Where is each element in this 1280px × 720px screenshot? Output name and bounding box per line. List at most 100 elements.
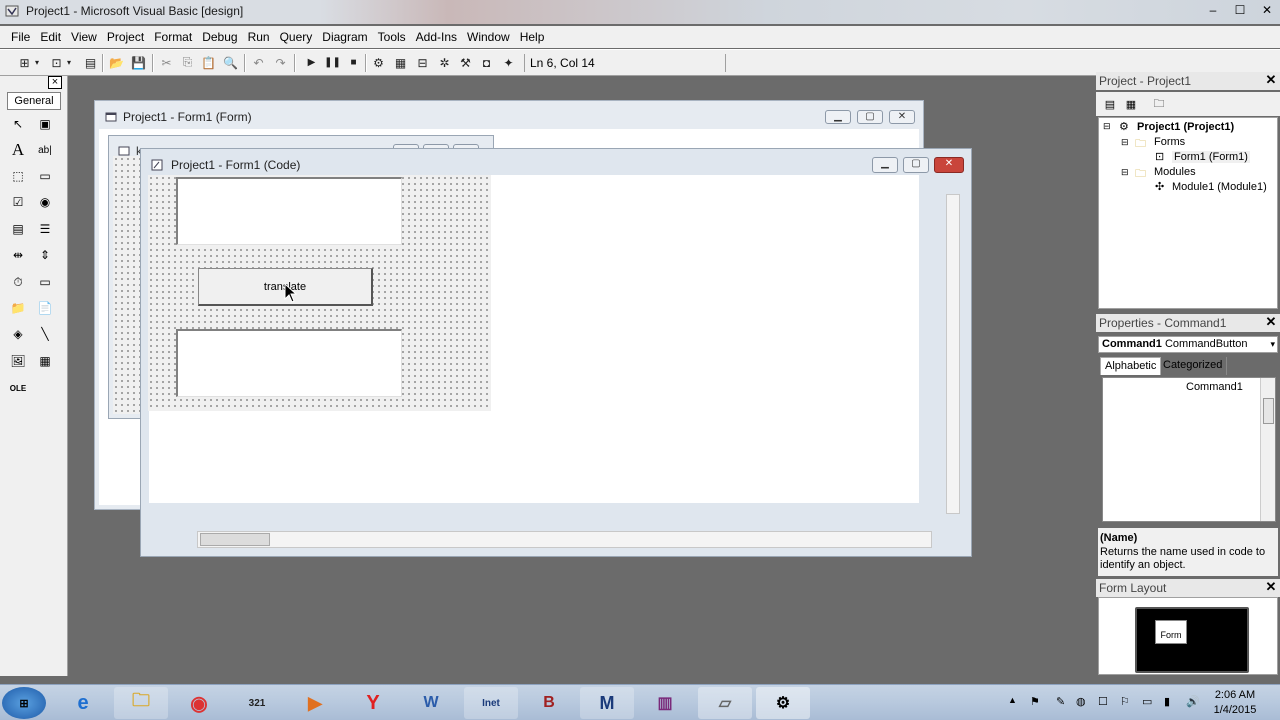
menu-help[interactable]: Help (520, 30, 545, 44)
form-window-minimize[interactable]: ▁ (825, 110, 851, 124)
undo-icon[interactable]: ↶ (250, 54, 267, 71)
object-browser-icon[interactable]: ✲ (436, 54, 453, 71)
menu-add-ins[interactable]: Add-Ins (416, 30, 457, 44)
menu-format[interactable]: Format (154, 30, 192, 44)
tray-battery-icon[interactable]: ▭ (1142, 695, 1152, 708)
pointer-tool-icon[interactable]: ↖ (8, 114, 28, 134)
menu-debug[interactable]: Debug (202, 30, 237, 44)
code-horizontal-scrollbar[interactable] (197, 531, 932, 548)
form-position-box[interactable]: Form (1155, 620, 1187, 644)
system-clock[interactable]: 2:06 AM 1/4/2015 (1210, 688, 1260, 718)
tray-network-icon[interactable]: ⚑ (1030, 695, 1040, 708)
tray-flag-icon[interactable]: ⚐ (1120, 695, 1130, 708)
toolbox-tab-general[interactable]: General (7, 92, 61, 110)
textbox-tool-icon[interactable]: ab| (35, 140, 55, 160)
break-icon[interactable]: ❚❚ (324, 54, 341, 71)
view-object-icon[interactable]: ▦ (1122, 96, 1140, 112)
tray-box-icon[interactable]: ☐ (1098, 695, 1108, 708)
dropdown-arrow-icon[interactable]: ▾ (33, 54, 41, 71)
app-icon-b[interactable]: B (522, 687, 576, 719)
form-layout-icon[interactable]: ⊟ (414, 54, 431, 71)
menu-tools[interactable]: Tools (378, 30, 406, 44)
start-icon[interactable]: ▶ (303, 54, 320, 71)
tab-alphabetic[interactable]: Alphabetic (1100, 357, 1162, 375)
properties-window-icon[interactable]: ▦ (392, 54, 409, 71)
object-selector-combo[interactable]: Command1 CommandButton ▾ (1098, 336, 1278, 353)
frame-tool-icon[interactable]: ⬚ (8, 166, 28, 186)
tree-form1[interactable]: Form1 (Form1) (1172, 151, 1250, 163)
maximize-button[interactable]: ☐ (1227, 0, 1253, 20)
menu-query[interactable]: Query (280, 30, 313, 44)
menu-file[interactable]: File (11, 30, 30, 44)
data-view-icon[interactable]: ◘ (478, 54, 495, 71)
menu-project[interactable]: Project (107, 30, 144, 44)
tray-signal-icon[interactable]: ▮ (1164, 695, 1170, 708)
code-vertical-scrollbar[interactable] (946, 194, 960, 514)
properties-grid[interactable]: Command1 (1102, 377, 1276, 522)
visual-component-manager-icon[interactable]: ✦ (500, 54, 517, 71)
code-window-close[interactable]: ✕ (934, 157, 964, 173)
code-window-minimize[interactable]: ▁ (872, 157, 898, 173)
dirlistbox-tool-icon[interactable]: 📁 (8, 298, 28, 318)
menu-run[interactable]: Run (248, 30, 270, 44)
tree-modules-folder[interactable]: Modules (1154, 166, 1196, 178)
tray-pen-icon[interactable]: ✎ (1056, 695, 1065, 708)
form-window-close[interactable]: ✕ (889, 110, 915, 124)
app-icon-m[interactable]: M (580, 687, 634, 719)
tree-collapse-icon[interactable]: ⊟ (1103, 121, 1111, 132)
find-icon[interactable]: 🔍 (222, 54, 239, 71)
redo-icon[interactable]: ↷ (272, 54, 289, 71)
picturebox-tool-icon[interactable]: ▣ (35, 114, 55, 134)
cut-icon[interactable]: ✂ (158, 54, 175, 71)
commandbutton-tool-icon[interactable]: ▭ (35, 166, 55, 186)
notepad-icon[interactable]: ▱ (698, 687, 752, 719)
tray-app-icon[interactable]: ◍ (1076, 695, 1086, 708)
timer-tool-icon[interactable]: ⏱ (8, 272, 28, 292)
menu-editor-icon[interactable]: ▤ (82, 54, 99, 71)
properties-scroll-thumb[interactable] (1263, 398, 1274, 424)
project-explorer-icon[interactable]: ⚙ (370, 54, 387, 71)
line-tool-icon[interactable]: ╲ (35, 324, 55, 344)
minimize-button[interactable]: – (1200, 0, 1226, 20)
media-player-icon[interactable]: ▶ (288, 687, 342, 719)
view-code-icon[interactable]: ▤ (1101, 96, 1119, 112)
tab-categorized[interactable]: Categorized (1159, 357, 1228, 375)
tree-project-root[interactable]: Project1 (Project1) (1137, 121, 1234, 133)
tree-collapse-icon[interactable]: ⊟ (1121, 167, 1129, 178)
optionbutton-tool-icon[interactable]: ◉ (35, 192, 55, 212)
visual-basic-taskbar-icon[interactable]: ⚙ (756, 687, 810, 719)
filelistbox-tool-icon[interactable]: 📄 (35, 298, 55, 318)
property-value-name[interactable]: Command1 (1186, 381, 1243, 393)
toolbox-close-button[interactable]: × (48, 76, 62, 89)
textbox-input[interactable] (176, 177, 402, 245)
combobox-tool-icon[interactable]: ▤ (8, 219, 28, 239)
tree-module1[interactable]: Module1 (Module1) (1172, 181, 1267, 193)
open-folder-icon[interactable]: 📂 (108, 54, 125, 71)
add-form-icon[interactable]: ⊡ (48, 54, 65, 71)
checkbox-tool-icon[interactable]: ☑ (8, 192, 28, 212)
yandex-browser-icon[interactable]: Y (346, 687, 400, 719)
form-window-maximize[interactable]: ▢ (857, 110, 883, 124)
hscrollbar-tool-icon[interactable]: ⇹ (8, 245, 28, 265)
word-icon[interactable]: W (404, 687, 458, 719)
media-player-classic-icon[interactable]: 321 (230, 687, 284, 719)
data-tool-icon[interactable]: ▦ (35, 351, 55, 371)
code-window-maximize[interactable]: ▢ (903, 157, 929, 173)
ole-tool-icon[interactable]: OLE (8, 378, 28, 398)
tree-forms-folder[interactable]: Forms (1154, 136, 1185, 148)
vscrollbar-tool-icon[interactable]: ⇕ (35, 245, 55, 265)
textbox-output[interactable] (176, 329, 402, 397)
copy-icon[interactable]: ⎘ (179, 54, 196, 71)
horizontal-scroll-thumb[interactable] (200, 533, 270, 546)
properties-scrollbar[interactable] (1260, 378, 1275, 521)
winrar-icon[interactable]: ▥ (638, 687, 692, 719)
paste-icon[interactable]: 📋 (200, 54, 217, 71)
close-button[interactable]: ✕ (1254, 0, 1280, 20)
volume-icon[interactable]: 🔊 (1186, 695, 1200, 708)
drivelistbox-tool-icon[interactable]: ▭ (35, 272, 55, 292)
label-tool-icon[interactable]: A (8, 140, 28, 160)
properties-panel-close-icon[interactable]: ✕ (1265, 315, 1277, 328)
image-tool-icon[interactable]: 🖼 (8, 351, 28, 371)
toolbox-icon[interactable]: ⚒ (457, 54, 474, 71)
menu-view[interactable]: View (71, 30, 97, 44)
